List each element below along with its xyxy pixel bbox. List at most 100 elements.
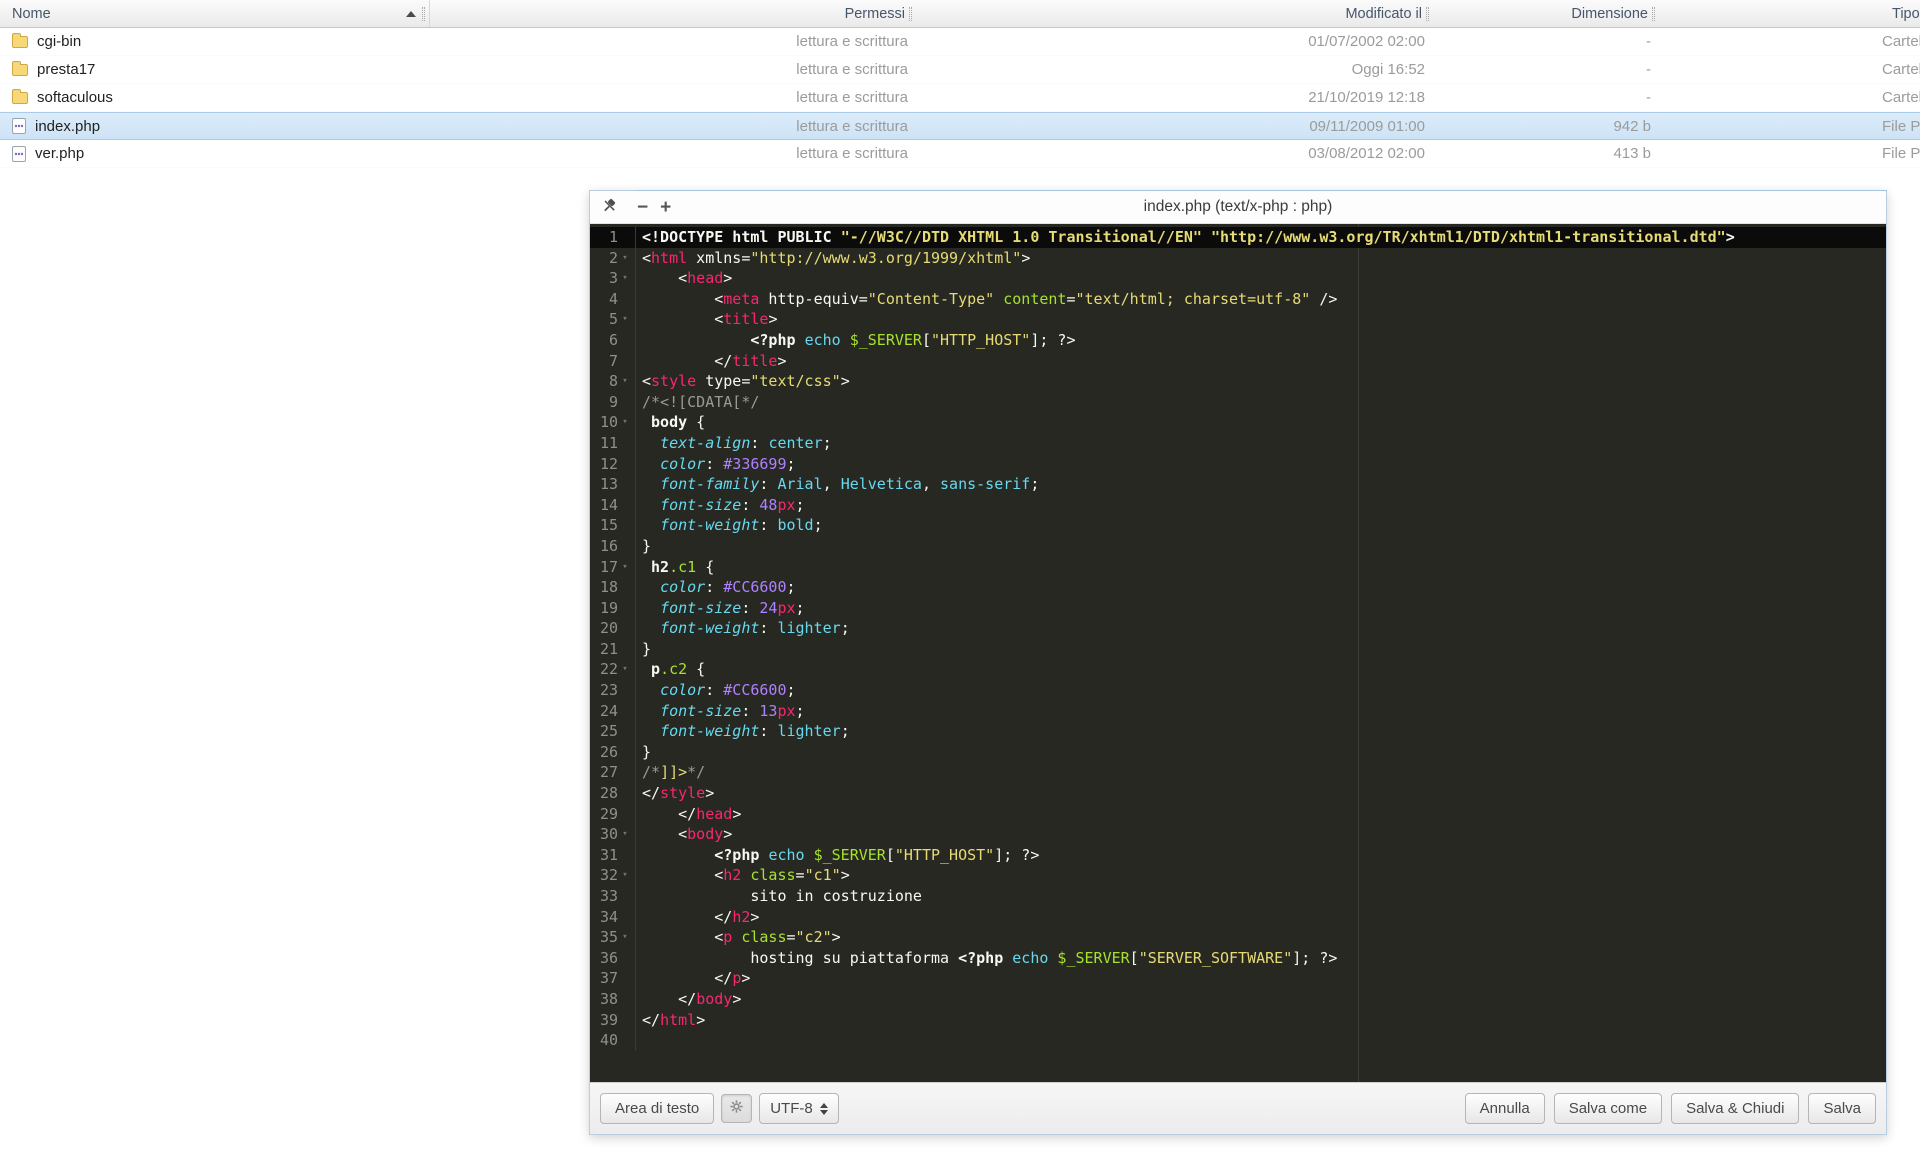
- modified-cell: 03/08/2012 02:00: [1308, 145, 1425, 162]
- column-resize-handle[interactable]: [422, 6, 425, 21]
- code-line[interactable]: 25 font-weight: lighter;: [590, 721, 1886, 742]
- code-line[interactable]: 32 ▾ <h2 class="c1">: [590, 865, 1886, 886]
- textarea-mode-button[interactable]: Area di testo: [600, 1093, 715, 1124]
- line-number: 5: [608, 310, 618, 329]
- salva-come-button[interactable]: Salva come: [1553, 1093, 1663, 1124]
- line-gutter: 12: [590, 453, 636, 475]
- code-line[interactable]: 6 <?php echo $_SERVER["HTTP_HOST"]; ?>: [590, 329, 1886, 351]
- code-line[interactable]: 7 </title>: [590, 350, 1886, 372]
- line-number: 30: [599, 825, 618, 844]
- type-cell: Cartella: [1882, 89, 1920, 106]
- column-resize-handle[interactable]: [909, 6, 912, 21]
- code-line[interactable]: 24 font-size: 13px;: [590, 700, 1886, 722]
- code-line[interactable]: 40: [590, 1030, 1886, 1051]
- code-text: </title>: [642, 351, 787, 370]
- line-gutter: 11: [590, 432, 636, 454]
- dialog-title: index.php (text/x-php : php): [1143, 198, 1333, 215]
- column-resize-handle[interactable]: [1652, 6, 1655, 21]
- code-line[interactable]: 8 ▾ <style type="text/css">: [590, 371, 1886, 392]
- code-line[interactable]: 19 font-size: 24px;: [590, 597, 1886, 619]
- code-line[interactable]: 22 ▾ p.c2 {: [590, 659, 1886, 681]
- code-editor[interactable]: 1 <!DOCTYPE html PUBLIC "-//W3C//DTD XHTM…: [590, 224, 1886, 1082]
- line-number: 28: [599, 784, 618, 803]
- line-gutter: 2 ▾: [590, 247, 636, 269]
- fold-arrow-icon[interactable]: ▾: [618, 248, 632, 269]
- column-header-dimensione[interactable]: Dimensione: [1437, 0, 1663, 27]
- code-line[interactable]: 37 </p>: [590, 968, 1886, 989]
- table-row[interactable]: index.php lettura e scrittura 09/11/2009 0…: [0, 112, 1920, 140]
- fold-arrow-icon[interactable]: ▾: [618, 865, 632, 886]
- code-line[interactable]: 34 </h2>: [590, 906, 1886, 928]
- line-gutter: 16: [590, 535, 636, 557]
- code-line[interactable]: 20 font-weight: lighter;: [590, 618, 1886, 639]
- code-line[interactable]: 11 text-align: center;: [590, 432, 1886, 454]
- column-header-permessi[interactable]: Permessi: [430, 0, 920, 27]
- table-row[interactable]: presta17 lettura e scrittura Oggi 16:52 - Ca…: [0, 56, 1920, 84]
- line-number: 12: [599, 454, 618, 473]
- code-line[interactable]: 18 color: #CC6600;: [590, 577, 1886, 598]
- code-line[interactable]: 36 hosting su piattaforma <?php echo $_S…: [590, 947, 1886, 969]
- code-line[interactable]: 35 ▾ <p class="c2">: [590, 927, 1886, 948]
- line-number: 35: [599, 928, 618, 947]
- code-line[interactable]: 4 <meta http-equiv="Content-Type" conten…: [590, 288, 1886, 310]
- code-line[interactable]: 14 font-size: 48px;: [590, 494, 1886, 516]
- salva-button[interactable]: Salva: [1808, 1093, 1876, 1124]
- code-line[interactable]: 13 font-family: Arial, Helvetica, sans-s…: [590, 474, 1886, 495]
- sort-asc-icon: [406, 10, 416, 17]
- code-text: }: [642, 536, 652, 555]
- code-line[interactable]: 1 <!DOCTYPE html PUBLIC "-//W3C//DTD XHTM…: [590, 227, 1886, 248]
- fold-arrow-icon[interactable]: ▾: [618, 557, 632, 578]
- code-text: hosting su piattaforma <?php echo $_SERV…: [642, 948, 1338, 967]
- code-text: <?php echo $_SERVER["HTTP_HOST"]; ?>: [714, 845, 1040, 864]
- column-header-nome[interactable]: Nome: [0, 0, 430, 27]
- fold-arrow-icon[interactable]: ▾: [618, 309, 632, 330]
- code-line[interactable]: 39 </html>: [590, 1009, 1886, 1031]
- line-number: 17: [599, 557, 618, 576]
- code-line[interactable]: 23 color: #CC6600;: [590, 680, 1886, 701]
- code-line[interactable]: 31 <?php echo $_SERVER["HTTP_HOST"]; ?>: [590, 844, 1886, 866]
- code-line[interactable]: 3 ▾ <head>: [590, 268, 1886, 289]
- dialog-header[interactable]: index.php (text/x-php : php) − +: [590, 191, 1886, 224]
- code-line[interactable]: 5 ▾ <title>: [590, 309, 1886, 330]
- annulla-button[interactable]: Annulla: [1464, 1093, 1545, 1124]
- line-gutter: 9: [590, 391, 636, 413]
- line-gutter: 27: [590, 762, 636, 784]
- table-row[interactable]: cgi-bin lettura e scrittura 01/07/2002 02:…: [0, 28, 1920, 56]
- column-header-tipo[interactable]: Tipo: [1663, 0, 1920, 27]
- fold-arrow-icon[interactable]: ▾: [618, 371, 632, 392]
- line-gutter: 26: [590, 741, 636, 763]
- settings-button[interactable]: [721, 1094, 753, 1123]
- encoding-select[interactable]: UTF-8: [759, 1093, 839, 1124]
- fold-arrow-icon[interactable]: ▾: [618, 412, 632, 433]
- code-line[interactable]: 15 font-weight: bold;: [590, 515, 1886, 536]
- file-name-cell: index.php: [0, 118, 430, 135]
- column-resize-handle[interactable]: [1426, 6, 1429, 21]
- table-row[interactable]: ver.php lettura e scrittura 03/08/2012 02:…: [0, 140, 1920, 168]
- code-line[interactable]: 33 sito in costruzione: [590, 886, 1886, 907]
- salva-e-chiudi-button[interactable]: Salva & Chiudi: [1671, 1093, 1800, 1124]
- line-gutter: 30 ▾: [590, 824, 636, 845]
- table-row[interactable]: softaculous lettura e scrittura 21/10/2019…: [0, 84, 1920, 112]
- code-text: font-size: 13px;: [660, 701, 805, 720]
- line-number: 16: [599, 536, 618, 555]
- code-line[interactable]: 10 ▾ body {: [590, 412, 1886, 433]
- fold-arrow-icon[interactable]: ▾: [618, 268, 632, 289]
- code-text: <style type="text/css">: [642, 372, 850, 391]
- code-line[interactable]: 2 ▾ <html xmlns="http://www.w3.org/1999/xh…: [590, 247, 1886, 269]
- code-line[interactable]: 12 color: #336699;: [590, 453, 1886, 475]
- code-line[interactable]: 17 ▾ h2.c1 {: [590, 556, 1886, 578]
- code-line[interactable]: 30 ▾ <body>: [590, 824, 1886, 845]
- column-header-modificato[interactable]: Modificato il: [920, 0, 1437, 27]
- fold-arrow-icon[interactable]: ▾: [618, 659, 632, 680]
- code-line[interactable]: 9 /*<![CDATA[*/: [590, 391, 1886, 413]
- code-line[interactable]: 38 </body>: [590, 988, 1886, 1010]
- code-line[interactable]: 16}: [590, 535, 1886, 557]
- code-line[interactable]: 26}: [590, 741, 1886, 763]
- code-line[interactable]: 27 /*]]>*/: [590, 762, 1886, 784]
- code-line[interactable]: 29 </head>: [590, 803, 1886, 825]
- code-line[interactable]: 21}: [590, 638, 1886, 660]
- fold-arrow-icon[interactable]: ▾: [618, 927, 632, 948]
- fold-arrow-icon[interactable]: ▾: [618, 824, 632, 845]
- code-line[interactable]: 28 </style>: [590, 783, 1886, 804]
- line-number: 2: [608, 248, 618, 267]
